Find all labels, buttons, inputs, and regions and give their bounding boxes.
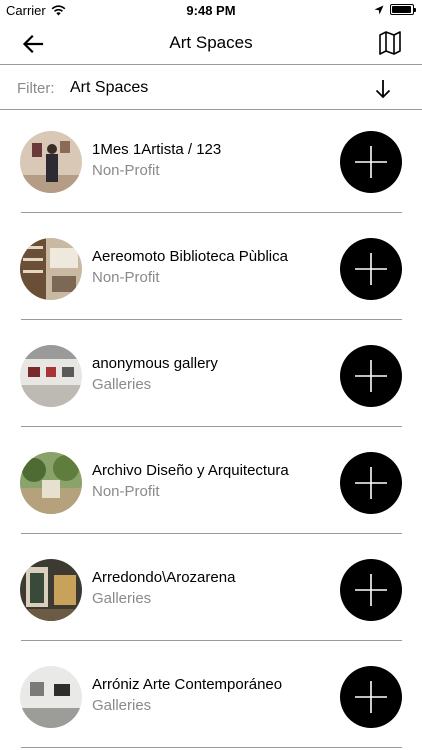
- status-right: [374, 4, 416, 15]
- list-item[interactable]: 1Mes 1Artista / 123 Non-Profit: [0, 110, 422, 217]
- space-thumbnail: [20, 238, 82, 300]
- add-button[interactable]: [340, 452, 402, 514]
- space-thumbnail: [20, 452, 82, 514]
- plus-icon: [355, 253, 387, 285]
- space-name[interactable]: Arróniz Arte Contemporáneo: [92, 676, 282, 693]
- add-button[interactable]: [340, 238, 402, 300]
- filter-bar[interactable]: Filter: Art Spaces: [0, 66, 422, 110]
- battery-cap: [414, 8, 416, 12]
- status-time: 9:48 PM: [186, 3, 236, 18]
- list-item[interactable]: Aereomoto Biblioteca Pùblica Non-Profit: [0, 217, 422, 324]
- space-category: Galleries: [92, 376, 152, 393]
- divider: [21, 640, 402, 641]
- arrow-down-icon: [375, 80, 391, 99]
- plus-icon: [355, 467, 387, 499]
- filter-value[interactable]: Art Spaces: [70, 79, 148, 97]
- space-name[interactable]: Arredondo\Arozarena: [92, 569, 235, 586]
- space-category: Galleries: [92, 697, 152, 714]
- space-thumbnail: [20, 131, 82, 193]
- sort-button[interactable]: [372, 78, 394, 100]
- divider: [21, 426, 402, 427]
- plus-icon: [355, 681, 387, 713]
- plus-icon: [355, 574, 387, 606]
- map-icon: [379, 31, 401, 55]
- battery-fill: [392, 6, 411, 13]
- space-thumbnail: [20, 345, 82, 407]
- space-category: Non-Profit: [92, 162, 160, 179]
- add-button[interactable]: [340, 131, 402, 193]
- space-name[interactable]: anonymous gallery: [92, 355, 218, 372]
- space-category: Non-Profit: [92, 269, 160, 286]
- space-name[interactable]: Aereomoto Biblioteca Pùblica: [92, 248, 288, 265]
- space-name[interactable]: 1Mes 1Artista / 123: [92, 141, 221, 158]
- list-item[interactable]: Arróniz Arte Contemporáneo Galleries: [0, 645, 422, 750]
- divider: [21, 533, 402, 534]
- battery-icon: [390, 4, 416, 15]
- add-button[interactable]: [340, 666, 402, 728]
- page-title: Art Spaces: [169, 33, 253, 52]
- divider: [21, 747, 402, 748]
- add-button[interactable]: [340, 345, 402, 407]
- list-item[interactable]: anonymous gallery Galleries: [0, 324, 422, 431]
- list-item[interactable]: Archivo Diseño y Arquitectura Non-Profit: [0, 431, 422, 538]
- space-category: Non-Profit: [92, 483, 160, 500]
- space-category: Galleries: [92, 590, 152, 607]
- add-button[interactable]: [340, 559, 402, 621]
- list-item[interactable]: Arredondo\Arozarena Galleries: [0, 538, 422, 645]
- spaces-list: 1Mes 1Artista / 123 Non-Profit Aereomoto…: [0, 110, 422, 750]
- filter-label: Filter:: [17, 80, 55, 97]
- space-thumbnail: [20, 666, 82, 728]
- status-bar: Carrier 9:48 PM: [0, 0, 422, 22]
- plus-icon: [355, 146, 387, 178]
- map-button[interactable]: [378, 30, 402, 56]
- location-arrow-icon: [374, 5, 384, 14]
- divider: [21, 319, 402, 320]
- divider: [21, 212, 402, 213]
- space-name[interactable]: Archivo Diseño y Arquitectura: [92, 462, 289, 479]
- plus-icon: [355, 360, 387, 392]
- navigation-bar: Art Spaces: [0, 22, 422, 65]
- space-thumbnail: [20, 559, 82, 621]
